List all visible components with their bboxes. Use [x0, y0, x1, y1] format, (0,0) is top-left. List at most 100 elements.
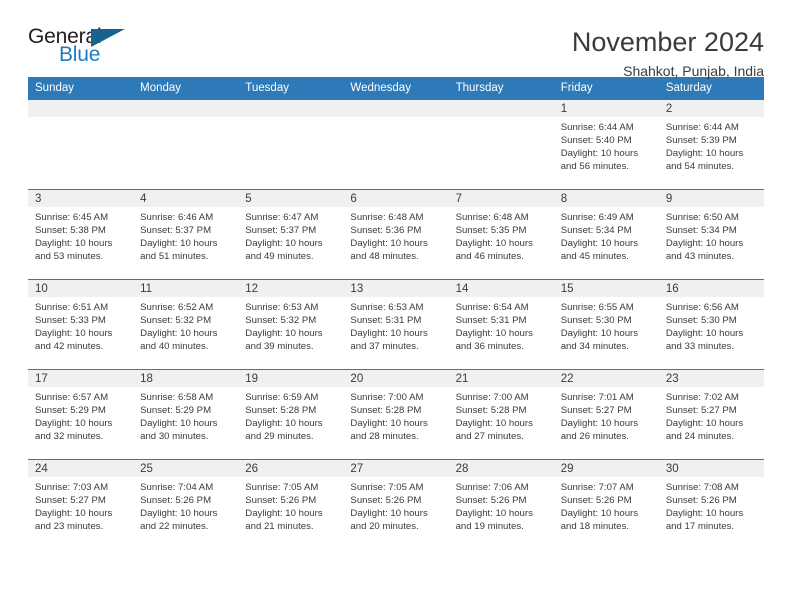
day-number: 28 — [448, 460, 554, 477]
daylight-text-line1: Daylight: 10 hours — [140, 418, 218, 430]
calendar-day-cell[interactable]: 13 Sunrise: 6:53 AM Sunset: 5:31 PM Dayligh… — [343, 279, 449, 370]
calendar-day-cell[interactable]: 21 Sunrise: 7:00 AM Sunset: 5:28 PM Dayligh… — [448, 369, 554, 460]
calendar-day-cell[interactable]: 22 Sunrise: 7:01 AM Sunset: 5:27 PM Dayligh… — [553, 369, 659, 460]
day-number: 8 — [553, 190, 659, 207]
sunrise-text: Sunrise: 7:07 AM — [560, 482, 634, 493]
daylight-text-line1: Daylight: 10 hours — [35, 508, 113, 520]
day-number: 3 — [28, 190, 134, 207]
daylight-text-line1: Daylight: 10 hours — [140, 508, 218, 520]
calendar-day-cell[interactable]: 2 Sunrise: 6:44 AM Sunset: 5:39 PM Daylight… — [658, 99, 764, 190]
title-block: November 2024 Shahkot, Punjab, India — [572, 26, 764, 81]
day-details: Sunrise: 6:48 AM Sunset: 5:36 PM Daylight:… — [343, 207, 448, 263]
sunrise-text: Sunrise: 6:51 AM — [35, 302, 109, 313]
daylight-text-line2: and 40 minutes. — [140, 341, 209, 353]
day-number: 21 — [448, 370, 554, 387]
calendar-day-cell[interactable]: 16 Sunrise: 6:56 AM Sunset: 5:30 PM Dayligh… — [658, 279, 764, 370]
day-number: 23 — [658, 370, 764, 387]
calendar-body: 1 Sunrise: 6:44 AM Sunset: 5:40 PM Daylight… — [28, 99, 764, 550]
sunset-text: Sunset: 5:34 PM — [665, 225, 737, 237]
weekday-header-wednesday: Wednesday — [343, 77, 449, 100]
calendar-day-cell[interactable]: 25 Sunrise: 7:04 AM Sunset: 5:26 PM Dayligh… — [133, 459, 239, 550]
day-number: 7 — [448, 190, 554, 207]
sunrise-text: Sunrise: 6:52 AM — [140, 302, 214, 313]
calendar-day-cell[interactable]: 29 Sunrise: 7:07 AM Sunset: 5:26 PM Dayligh… — [553, 459, 659, 550]
calendar-day-cell[interactable]: 1 Sunrise: 6:44 AM Sunset: 5:40 PM Daylight… — [553, 99, 659, 190]
calendar-day-cell[interactable]: 8 Sunrise: 6:49 AM Sunset: 5:34 PM Daylight… — [553, 189, 659, 280]
sunrise-text: Sunrise: 6:48 AM — [350, 212, 424, 223]
sunset-text: Sunset: 5:40 PM — [560, 135, 632, 147]
daylight-text-line1: Daylight: 10 hours — [665, 508, 744, 520]
calendar-day-cell[interactable]: 30 Sunrise: 7:08 AM Sunset: 5:26 PM Dayligh… — [658, 459, 764, 550]
daylight-text-line1: Daylight: 10 hours — [665, 328, 744, 340]
daylight-text-line2: and 45 minutes. — [560, 251, 629, 263]
weekday-header-monday: Monday — [133, 77, 239, 100]
daylight-text-line2: and 54 minutes. — [665, 161, 735, 173]
calendar-day-cell[interactable]: 6 Sunrise: 6:48 AM Sunset: 5:36 PM Daylight… — [343, 189, 449, 280]
calendar-day-cell[interactable]: 9 Sunrise: 6:50 AM Sunset: 5:34 PM Daylight… — [658, 189, 764, 280]
sunset-text: Sunset: 5:26 PM — [560, 495, 632, 507]
calendar-day-cell[interactable]: 3 Sunrise: 6:45 AM Sunset: 5:38 PM Daylight… — [28, 189, 134, 280]
sunset-text: Sunset: 5:26 PM — [350, 495, 422, 507]
sunrise-text: Sunrise: 6:53 AM — [350, 302, 424, 313]
day-number: 30 — [658, 460, 764, 477]
location-subtitle: Shahkot, Punjab, India — [623, 63, 764, 79]
calendar-week-row: 3 Sunrise: 6:45 AM Sunset: 5:38 PM Daylight… — [28, 189, 764, 280]
calendar-day-cell[interactable]: 19 Sunrise: 6:59 AM Sunset: 5:28 PM Dayligh… — [238, 369, 344, 460]
day-number: 19 — [238, 370, 344, 387]
page-title: November 2024 — [571, 27, 764, 57]
calendar-day-cell[interactable]: 15 Sunrise: 6:55 AM Sunset: 5:30 PM Dayligh… — [553, 279, 659, 370]
calendar-day-cell[interactable]: 5 Sunrise: 6:47 AM Sunset: 5:37 PM Daylight… — [238, 189, 344, 280]
sunset-text: Sunset: 5:28 PM — [350, 405, 422, 417]
day-number: 24 — [28, 460, 134, 477]
calendar-day-cell[interactable]: 12 Sunrise: 6:53 AM Sunset: 5:32 PM Dayligh… — [238, 279, 344, 370]
calendar-day-cell[interactable]: 20 Sunrise: 7:00 AM Sunset: 5:28 PM Dayligh… — [343, 369, 449, 460]
daylight-text-line2: and 36 minutes. — [455, 341, 524, 353]
calendar-week-row: 17 Sunrise: 6:57 AM Sunset: 5:29 PM Dayligh… — [28, 369, 764, 460]
sunset-text: Sunset: 5:29 PM — [140, 405, 212, 417]
day-details: Sunrise: 7:08 AM Sunset: 5:26 PM Daylight:… — [659, 477, 764, 533]
day-details: Sunrise: 6:44 AM Sunset: 5:39 PM Daylight:… — [659, 117, 764, 173]
sunset-text: Sunset: 5:31 PM — [350, 315, 422, 327]
daylight-text-line2: and 19 minutes. — [455, 521, 524, 533]
sunrise-text: Sunrise: 7:01 AM — [560, 392, 634, 403]
calendar-day-cell[interactable]: 14 Sunrise: 6:54 AM Sunset: 5:31 PM Dayligh… — [448, 279, 554, 370]
calendar-day-cell[interactable]: 18 Sunrise: 6:58 AM Sunset: 5:29 PM Dayligh… — [133, 369, 239, 460]
daylight-text-line1: Daylight: 10 hours — [665, 148, 744, 160]
calendar-day-cell[interactable]: 26 Sunrise: 7:05 AM Sunset: 5:26 PM Dayligh… — [238, 459, 344, 550]
day-number: 29 — [553, 460, 659, 477]
daylight-text-line1: Daylight: 10 hours — [140, 238, 218, 250]
calendar-day-cell[interactable]: 24 Sunrise: 7:03 AM Sunset: 5:27 PM Dayligh… — [28, 459, 134, 550]
sunset-text: Sunset: 5:37 PM — [140, 225, 212, 237]
calendar-day-cell[interactable]: 23 Sunrise: 7:02 AM Sunset: 5:27 PM Dayligh… — [658, 369, 764, 460]
daylight-text-line2: and 24 minutes. — [665, 431, 735, 443]
calendar-day-cell[interactable]: 27 Sunrise: 7:05 AM Sunset: 5:26 PM Dayligh… — [343, 459, 449, 550]
daylight-text-line2: and 28 minutes. — [350, 431, 419, 443]
daylight-text-line1: Daylight: 10 hours — [560, 148, 639, 160]
calendar-day-cell[interactable]: 11 Sunrise: 6:52 AM Sunset: 5:32 PM Dayligh… — [133, 279, 239, 370]
calendar-day-cell-empty — [448, 99, 554, 190]
daylight-text-line1: Daylight: 10 hours — [35, 328, 113, 340]
day-number: 27 — [343, 460, 449, 477]
sunset-text: Sunset: 5:34 PM — [560, 225, 632, 237]
day-details: Sunrise: 7:04 AM Sunset: 5:26 PM Daylight:… — [133, 477, 238, 533]
general-blue-logo[interactable]: General Blue — [28, 26, 136, 70]
sunrise-text: Sunrise: 6:59 AM — [245, 392, 319, 403]
daylight-text-line2: and 49 minutes. — [245, 251, 314, 263]
sunset-text: Sunset: 5:26 PM — [455, 495, 527, 507]
calendar-day-cell[interactable]: 17 Sunrise: 6:57 AM Sunset: 5:29 PM Dayligh… — [28, 369, 134, 460]
sunset-text: Sunset: 5:38 PM — [35, 225, 106, 237]
sunset-text: Sunset: 5:30 PM — [560, 315, 632, 327]
day-number: 11 — [133, 280, 239, 297]
sunset-text: Sunset: 5:39 PM — [665, 135, 737, 147]
day-details: Sunrise: 7:07 AM Sunset: 5:26 PM Daylight:… — [554, 477, 659, 533]
day-number: 6 — [343, 190, 449, 207]
sunrise-text: Sunrise: 7:02 AM — [665, 392, 739, 403]
daylight-text-line2: and 32 minutes. — [35, 431, 104, 443]
daylight-text-line2: and 39 minutes. — [245, 341, 314, 353]
day-number: 18 — [133, 370, 239, 387]
calendar-day-cell[interactable]: 4 Sunrise: 6:46 AM Sunset: 5:37 PM Daylight… — [133, 189, 239, 280]
calendar-day-cell[interactable]: 10 Sunrise: 6:51 AM Sunset: 5:33 PM Dayligh… — [28, 279, 134, 370]
calendar-day-cell[interactable]: 7 Sunrise: 6:48 AM Sunset: 5:35 PM Daylight… — [448, 189, 554, 280]
daylight-text-line2: and 48 minutes. — [350, 251, 419, 263]
calendar-day-cell[interactable]: 28 Sunrise: 7:06 AM Sunset: 5:26 PM Dayligh… — [448, 459, 554, 550]
